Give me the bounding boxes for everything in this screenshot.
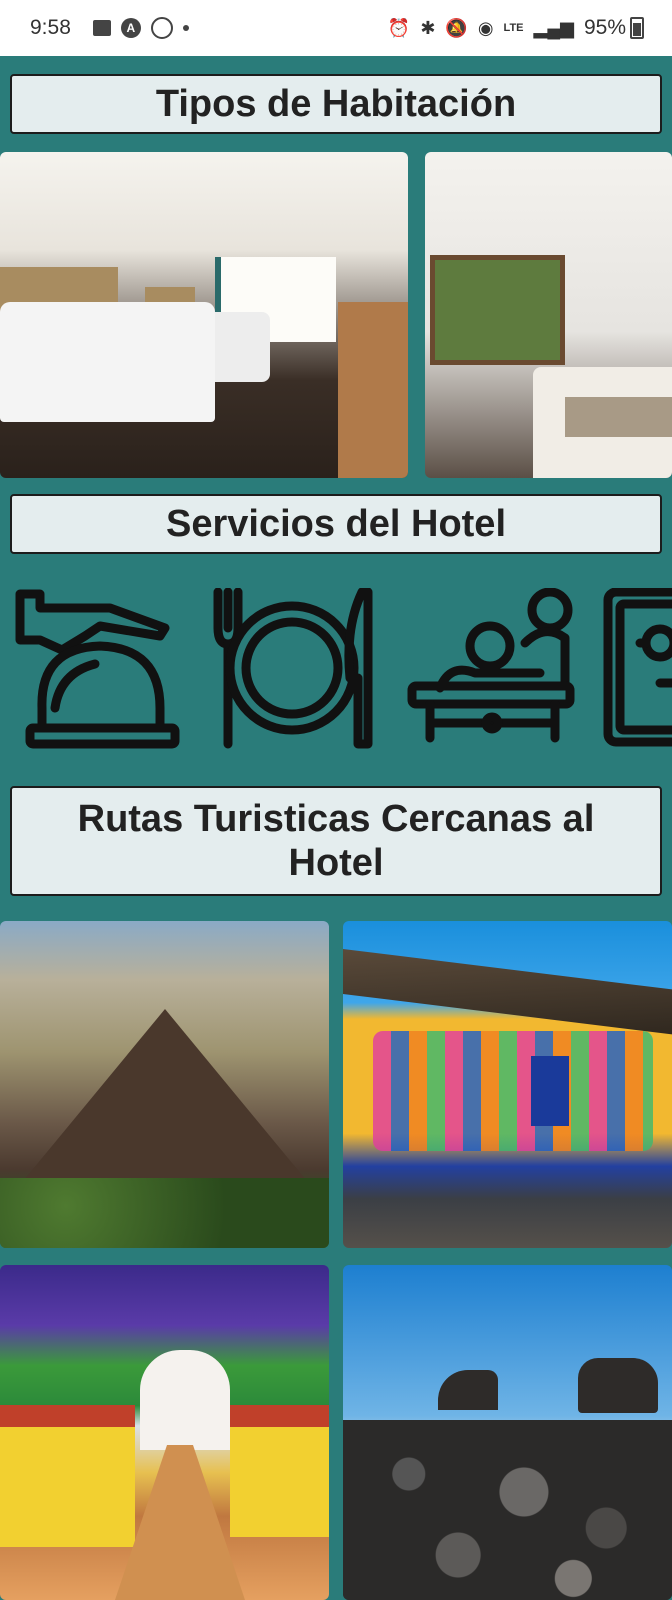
house-window (531, 1056, 569, 1126)
battery-percent: 95% (583, 16, 626, 39)
battery-icon (630, 17, 644, 39)
clock: 9:58 (30, 16, 71, 39)
rooms-title-text: Tipos de Habitación (155, 83, 517, 125)
painted-house (230, 1405, 329, 1537)
more-notifications-icon (182, 25, 189, 31)
beach-stones (343, 1420, 672, 1600)
room-cabinet (338, 302, 408, 478)
route-photo-beach-rocks[interactable] (343, 1265, 672, 1600)
status-bar: 9:58 A ⏰ ✱ 🔕 ◉ LTE ▂▄▆ 95% (0, 0, 672, 56)
house-roof (343, 949, 672, 1035)
signal-icon: ▂▄▆ (533, 18, 574, 38)
rooms-section-title: Tipos de Habitación (10, 74, 662, 134)
route-photo-mural-town[interactable] (343, 921, 672, 1248)
services-section-title: Servicios del Hotel (10, 494, 662, 554)
routes-title-text: Rutas Turisticas Cercanas al Hotel (77, 798, 595, 884)
concierge-bell-icon[interactable] (15, 589, 180, 749)
rock-formation (438, 1370, 498, 1410)
dining-icon[interactable] (213, 587, 373, 749)
room-photo-suite[interactable] (425, 152, 672, 478)
painted-house (0, 1405, 135, 1547)
safe-box-icon[interactable] (603, 587, 672, 747)
lte-indicator: LTE (503, 21, 524, 34)
gallery-notification-icon (92, 20, 111, 36)
forest-area (0, 1178, 329, 1248)
route-photo-colonial-town-art[interactable] (0, 1265, 329, 1600)
bluetooth-icon: ✱ (420, 18, 436, 38)
room-photo-double[interactable] (0, 152, 408, 478)
whatsapp-notification-icon (150, 17, 173, 39)
battery-indicator: 95% (584, 16, 644, 40)
hotspot-icon: ◉ (477, 18, 494, 38)
services-row (0, 587, 672, 756)
mute-icon: 🔕 (445, 18, 468, 38)
colorful-mural (373, 1031, 653, 1151)
routes-section-title: Rutas Turisticas Cercanas al Hotel (10, 786, 662, 896)
room-bed (0, 302, 215, 422)
services-title-text: Servicios del Hotel (165, 503, 506, 545)
route-photo-volcano[interactable] (0, 921, 329, 1248)
massage-spa-icon[interactable] (407, 587, 575, 743)
alarm-icon: ⏰ (387, 18, 411, 38)
rock-formation (578, 1358, 658, 1413)
room-blanket (565, 397, 672, 437)
app-notification-icon: A (120, 18, 141, 38)
church-painting (140, 1350, 230, 1450)
room-window (430, 255, 565, 365)
